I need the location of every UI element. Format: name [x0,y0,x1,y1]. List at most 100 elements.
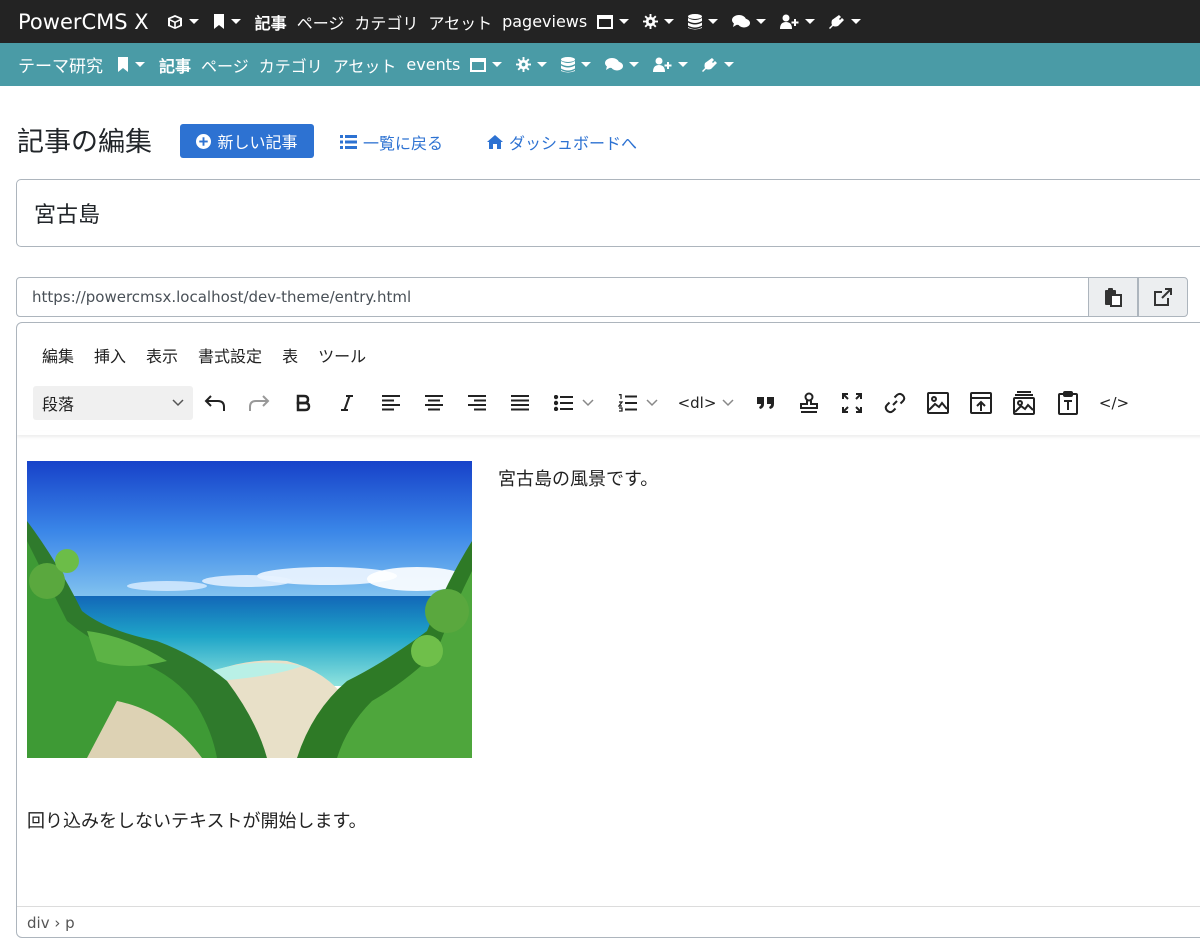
bold-icon [296,394,311,412]
chevron-down-icon [188,19,199,24]
beach-photo[interactable] [27,461,472,758]
upload-icon [970,392,992,414]
subnav-pages[interactable]: ページ [201,53,249,77]
gear-icon[interactable] [516,57,548,72]
site-navbar: テーマ研究 記事 ページ カテゴリ アセット events [0,43,1200,86]
align-center-icon [425,395,443,411]
bookmark-icon[interactable] [213,14,241,29]
home-icon [487,135,503,149]
user-plus-icon[interactable] [653,57,689,72]
app-brand[interactable]: PowerCMS X [18,10,149,34]
image-gallery-button[interactable] [1010,388,1038,418]
menu-insert[interactable]: 挿入 [94,343,126,367]
subnav-entries[interactable]: 記事 [159,53,191,77]
bold-button[interactable] [289,388,317,418]
gear-icon[interactable] [643,14,675,29]
window-icon[interactable] [597,14,630,29]
menu-view[interactable]: 表示 [146,343,178,367]
source-code-button[interactable]: </> [1097,388,1131,418]
align-justify-icon [511,395,529,411]
fullscreen-icon [842,393,862,413]
menu-edit[interactable]: 編集 [42,343,74,367]
menu-tools[interactable]: ツール [318,343,366,367]
align-right-icon [468,395,486,411]
subnav-categories[interactable]: カテゴリ [259,53,323,77]
chevron-down-icon [805,19,816,24]
plug-icon[interactable] [702,57,735,73]
editor-toolbar: 段落 [33,385,193,421]
subnav-events[interactable]: events [406,55,460,74]
redo-button[interactable] [245,388,273,418]
chevron-down-icon [646,399,658,407]
topnav-pages[interactable]: ページ [297,10,345,34]
chevron-down-icon [172,399,184,407]
page-title: 記事の編集 [17,127,152,158]
new-entry-button[interactable]: 新しい記事 [180,124,314,158]
editor-paragraph-1[interactable]: 宮古島の風景です。 [498,465,658,491]
source-code-label: </> [1098,394,1130,412]
italic-button[interactable] [333,388,361,418]
blockquote-button[interactable] [752,388,780,418]
bookmark-icon[interactable] [117,57,145,72]
align-center-button[interactable] [420,388,448,418]
align-left-button[interactable] [377,388,405,418]
permalink-field[interactable]: https://powercmsx.localhost/dev-theme/en… [16,277,1089,317]
external-link-icon [1154,288,1172,306]
menu-table[interactable]: 表 [282,343,298,367]
back-to-list-label: 一覧に戻る [363,134,444,153]
definition-list-button[interactable]: <dl> [675,388,737,418]
paste-text-button[interactable] [1054,388,1082,418]
editor-menubar: 編集 挿入 表示 書式設定 表 ツール [42,343,366,367]
numbered-list-button[interactable] [613,388,663,418]
rich-text-editor: 編集 挿入 表示 書式設定 表 ツール 段落 <dl> </> 宮古島の風景です… [16,322,1200,938]
chevron-down-icon [619,19,630,24]
chevron-down-icon [708,19,719,24]
window-icon[interactable] [470,57,503,72]
upload-button[interactable] [967,388,995,418]
chevron-down-icon [135,62,145,67]
stamp-button[interactable] [795,388,823,418]
toolbar-divider [17,431,1200,435]
editor-paragraph-2[interactable]: 回り込みをしないテキストが開始します。 [27,807,367,833]
user-plus-icon[interactable] [780,14,816,29]
undo-button[interactable] [201,388,229,418]
plug-icon[interactable] [829,14,862,30]
italic-icon [341,395,353,411]
chevron-down-icon [678,62,689,67]
link-icon [884,392,906,414]
gallery-icon [1013,391,1035,415]
cube-icon[interactable] [167,14,199,30]
open-url-button[interactable] [1138,277,1188,317]
database-icon[interactable] [561,56,592,73]
bullet-list-button[interactable] [549,388,599,418]
entry-title-input[interactable]: 宮古島 [16,179,1200,247]
database-icon[interactable] [688,13,719,30]
topnav-assets[interactable]: アセット [428,10,492,34]
permalink-value: https://powercmsx.localhost/dev-theme/en… [32,288,412,306]
block-format-select[interactable]: 段落 [33,386,193,420]
insert-link-button[interactable] [881,388,909,418]
chevron-down-icon [492,62,503,67]
undo-icon [204,395,225,411]
topnav-categories[interactable]: カテゴリ [354,10,418,34]
insert-image-button[interactable] [924,388,952,418]
site-name[interactable]: テーマ研究 [18,52,103,77]
align-right-button[interactable] [463,388,491,418]
copy-url-button[interactable] [1088,277,1138,317]
menu-format[interactable]: 書式設定 [198,343,262,367]
chevron-down-icon [756,19,767,24]
dashboard-link[interactable]: ダッシュボードへ [487,130,637,154]
chevron-down-icon [230,19,241,24]
subnav-assets[interactable]: アセット [333,53,397,77]
bullet-list-icon [554,395,573,411]
comments-icon[interactable] [605,57,640,72]
align-justify-button[interactable] [506,388,534,418]
comments-icon[interactable] [732,14,767,29]
fullscreen-button[interactable] [838,388,866,418]
topnav-entries[interactable]: 記事 [255,10,287,34]
element-path-text[interactable]: div › p [27,914,75,932]
topnav-pageviews[interactable]: pageviews [502,12,587,31]
back-to-list-link[interactable]: 一覧に戻る [340,130,443,154]
numbered-list-icon [618,394,637,412]
definition-list-label: <dl> [677,394,717,412]
